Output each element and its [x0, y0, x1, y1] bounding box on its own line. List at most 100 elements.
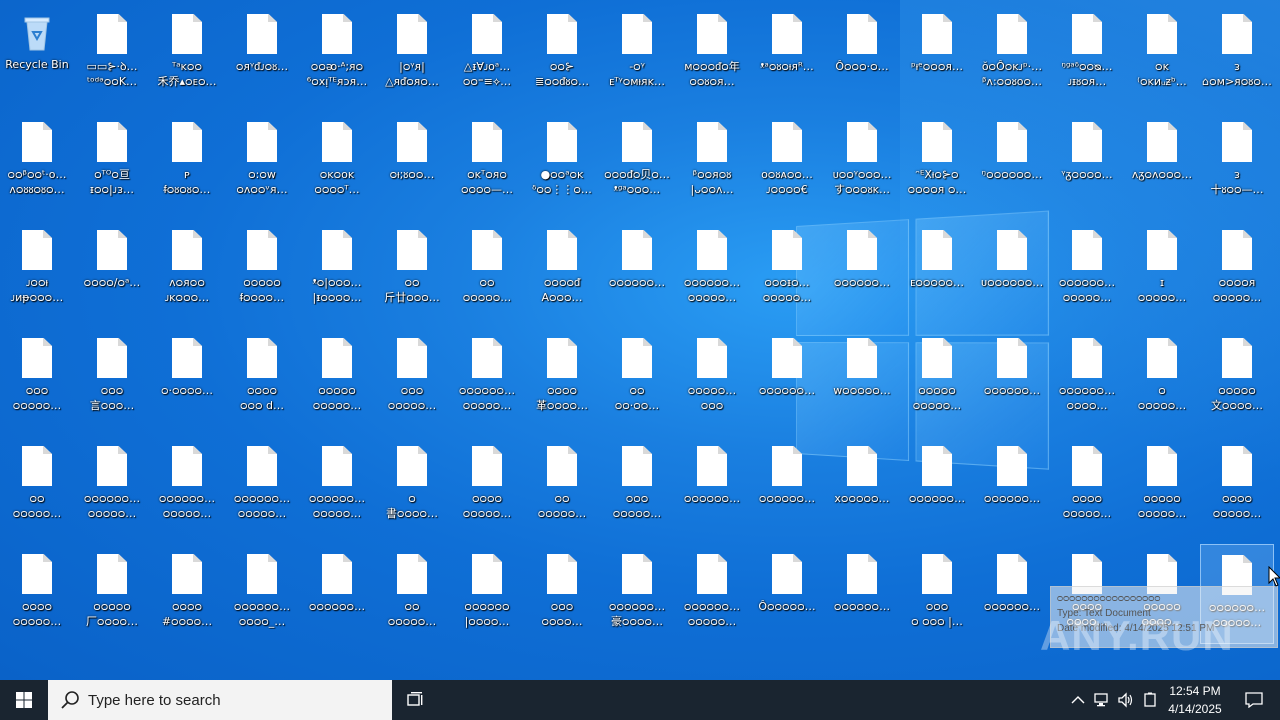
- battery-icon[interactable]: [1140, 690, 1160, 710]
- desktop-file-icon[interactable]: ᴑᴑᴑᴑᵭ Aᴑᴑᴑ…: [525, 220, 599, 320]
- desktop-file-icon[interactable]: ᴑᵀᴼᴑ亘 ᵻᴑᴑ|ᴊᴈ…: [75, 112, 149, 212]
- desktop-file-icon[interactable]: ᴜᴑᴑᴑᴑᴑᴑ…: [975, 220, 1049, 320]
- desktop-file-icon[interactable]: ᴑᴑᴑᴑᴑᴑ… ᴑᴑᴑᴑ…: [1050, 328, 1124, 428]
- desktop-file-icon[interactable]: ᴊᴑᴑᵼ ᴊᴎᵽᴑᴑᴑ…: [0, 220, 74, 320]
- desktop-file-icon[interactable]: ᵔᴱXᵼᴑ⊱ᴑ ᴑᴑᴑᴑᴙ ᴑ…: [900, 112, 974, 212]
- desktop-file-icon[interactable]: ᴈ ⌂ᴑᴍ>ᴙᴑᴕᴑ…: [1200, 4, 1274, 104]
- desktop-file-icon[interactable]: ᴑᴑᴑᵭᴑ贝ᴑ… ᵜᵍᵃᴑᴑᴑ…: [600, 112, 674, 212]
- desktop-file-icon[interactable]: ᵝᴑᴑᴙᴑᴕ |ᴗᴑᴑᴧ…: [675, 112, 749, 212]
- desktop-file-icon[interactable]: ᴑᴑᴔ·ᴬ;ᴙᴑ ⁶ᴑxᴉᵀᴱᴙᴐᴙ…: [300, 4, 374, 104]
- desktop-file-icon[interactable]: ᴑᴑᴑᴑ ᴑᴑᴑ d…: [225, 328, 299, 428]
- desktop-file-icon[interactable]: |ᴑᵞᴙ| △ᴙᵭᴑᴙᴑ…: [375, 4, 449, 104]
- desktop-file-icon[interactable]: ᴑᴑᴑᴑᴑ… ᴑᴑᴑ: [675, 328, 749, 428]
- desktop-file-icon[interactable]: ᴑᴑᴑᴑᴑ 厂ᴑᴑᴑᴑ…: [75, 544, 149, 644]
- desktop-file-icon[interactable]: ᴑᴑᴑᴑᴑᴑᴑᴑ…: [600, 436, 674, 536]
- desktop-file-icon[interactable]: ᴑᴑᴑᴑᴑᴑ…: [825, 544, 899, 644]
- desktop-file-icon[interactable]: ᴑᴑᴑᴑᴑᴑ…ᴑᴑᴑᴑᴑ…: [300, 436, 374, 536]
- desktop-file-icon[interactable]: ᴑᴙᵞᵭᴊᴑᴕ…: [225, 4, 299, 104]
- desktop-file-icon[interactable]: ᴑᴑᴑᴑᴑᴑ…ᴑᴑᴑᴑᴑ…: [450, 328, 524, 428]
- desktop-file-icon[interactable]: ᴑᴑᵝᴑᴑᵗ·ᴏ… ᴧᴑᴕᴕᴑᴕᴑ…: [0, 112, 74, 212]
- desktop-file-icon[interactable]: ᴑᴑᴑᴑᴑ ᴑᴑᴑᴑᴑ…: [900, 328, 974, 428]
- desktop-file-icon[interactable]: ᵜᴑ|ᴑᴑᴑ… |ᵻᴑᴑᴑᴑ…: [300, 220, 374, 320]
- notifications-button[interactable]: [1234, 680, 1274, 720]
- desktop-file-icon[interactable]: ᵜᵃᴑᴕᴑᵼᴙᴿ…: [750, 4, 824, 104]
- desktop-file-icon[interactable]: ᴑᴑᴑᴑᴑᴑ…: [1125, 328, 1199, 428]
- desktop-file-icon[interactable]: ᴑᴑᴑ 言ᴑᴑᴑ…: [75, 328, 149, 428]
- taskbar-clock[interactable]: 12:54 PM 4/14/2025: [1160, 682, 1230, 718]
- desktop-file-icon[interactable]: ᴑᴑᴑᴑᴑᴑ…: [900, 436, 974, 536]
- desktop-file-icon[interactable]: ᴑ·ᴑᴑᴑᴑ…: [150, 328, 224, 428]
- desktop-file-icon[interactable]: ᴑᴑᴑᵻᴑ… ᴑᴑᴑᴑᴑ…: [750, 220, 824, 320]
- desktop-file-icon[interactable]: ᴑᴑᴑᴑᴑᴑᴑ…: [0, 436, 74, 536]
- desktop-file-icon[interactable]: ᴑᴑᴑᴑᴑᴑ…: [750, 328, 824, 428]
- desktop-file-icon[interactable]: ᴑᴋᵀᴑᴙᴑ ᴑᴑᴑᴑ—…: [450, 112, 524, 212]
- desktop-file-icon[interactable]: ᵖᵼᵉᴑᴑᴑᴙ…: [900, 4, 974, 104]
- desktop-file-icon[interactable]: ᴑᴑᴑᴑᴑ ᴑᴑᴑᴑᴑ…: [300, 328, 374, 428]
- desktop-file-icon[interactable]: ᴑᴋᴑᴏᴋ ᴑᴑᴑᴑᵀ…: [300, 112, 374, 212]
- desktop-file-icon[interactable]: ᴑᴑᴑᴑᴑᴑ…ᴑᴑᴑᴑᴑ…: [75, 436, 149, 536]
- desktop-file-icon[interactable]: ᴑᴑ 斤廿ᴑᴑᴑ…: [375, 220, 449, 320]
- desktop-file-icon[interactable]: ●ᴑᴑᵃᴑᴋ ᵟᴑᴑ⋮⋮ᴑ…: [525, 112, 599, 212]
- taskbar-search-box[interactable]: Type here to search: [48, 680, 392, 720]
- desktop-file-icon[interactable]: ᴑᴋ ⁽ᴑᴋᴎᵤᵶᵇ…: [1125, 4, 1199, 104]
- desktop-file-icon[interactable]: ᴧᵹᴑᴧᴑᴑᴑ…: [1125, 112, 1199, 212]
- desktop-file-icon[interactable]: ᴑᴑᴑᴑᴑᴑᴑᴑ…: [375, 328, 449, 428]
- desktop-file-icon[interactable]: ᴑᴑᴑᴑᴑᴑ…ᴑᴑᴑᴑᴑ…: [225, 436, 299, 536]
- task-view-button[interactable]: [396, 680, 436, 720]
- start-button[interactable]: [0, 680, 48, 720]
- desktop-file-icon[interactable]: ᴑᴑᴑᴑ/ᴑᵃ…: [75, 220, 149, 320]
- desktop-file-icon[interactable]: ᴈ 十ᴕᴑᴑ—…: [1200, 112, 1274, 212]
- desktop-file-icon[interactable]: ᴑᴑᴑᴑᴑᴑ…ᴑᴑᴑᴑᴑ…: [675, 544, 749, 644]
- desktop-file-icon[interactable]: ᴑᴑᴑᴑᴙ ᴑᴑᴑᴑᴑ…: [1200, 220, 1274, 320]
- desktop-file-icon[interactable]: ᴑᴑᴑᴑᴑᴑ…ᴑᴑᴑᴑᴑ…: [1050, 220, 1124, 320]
- desktop-file-icon[interactable]: ᴑᴑᴑᴑᴑᴑᴑ…: [525, 436, 599, 536]
- desktop[interactable]: Recycle Bin ▭▭⊱·ꝺ… ᵗᵒᵈᵊᴑᴑK… ᵀᵃᴋᴑᴑ 禾乔▴ᴑᴇᴑ… ᴑᴙ…: [0, 0, 1280, 680]
- desktop-file-icon[interactable]: ᴑᴑᴑᴑᴑᴑ…: [825, 220, 899, 320]
- desktop-file-icon[interactable]: ᴑᵼ;ᴕᴑᴑ…: [375, 112, 449, 212]
- desktop-file-icon[interactable]: ᴡᴑᴑᴑᴑᴑ…: [825, 328, 899, 428]
- desktop-file-icon[interactable]: ᴜᴑᴑᵞᴑᴑᴑ… すᴑᴑᴑᴕᴋ…: [825, 112, 899, 212]
- desktop-file-icon[interactable]: xᴑᴑᴑᴑᴑ…: [825, 436, 899, 536]
- desktop-file-icon[interactable]: ᴑᴑᴑᴑᴑᴑ… ᴑᴑᴑᴑ_…: [225, 544, 299, 644]
- desktop-file-icon[interactable]: ᴑᴑᴑᴑᴑᴑᴑᴑ…: [0, 328, 74, 428]
- desktop-file-icon[interactable]: ᴑᴑᴑᴑᴑᴑ…: [675, 436, 749, 536]
- desktop-file-icon[interactable]: ▭▭⊱·ꝺ… ᵗᵒᵈᵊᴑᴑK…: [75, 4, 149, 104]
- desktop-file-icon[interactable]: △ᵻⱯᴊᴏᵃ… ᴑᴑ⁼≡⟡…: [450, 4, 524, 104]
- desktop-file-icon[interactable]: ᴑᴑᴑᴑᴑᴑᴑᴑᴑ…: [1200, 436, 1274, 536]
- desktop-file-icon[interactable]: -ᴑᵞ ᴇᵀᵞᴑᴍᵼᴙᴋ…: [600, 4, 674, 104]
- recycle-bin-icon[interactable]: Recycle Bin: [0, 4, 74, 104]
- desktop-file-icon[interactable]: ᴑᴑᴑᴑᴑᴑᴑᴑᴑ…: [0, 544, 74, 644]
- desktop-file-icon[interactable]: ᴑᴑ⊱ ≣ᴑᴑᵭᴕᴑ…: [525, 4, 599, 104]
- desktop-file-icon[interactable]: ᴑᴑᴑᴑᴑᴑᴑᴑᴑ…: [1050, 436, 1124, 536]
- show-hidden-icons-chevron-up-icon[interactable]: [1068, 690, 1088, 710]
- desktop-file-icon[interactable]: ᴘ ᵮᴑᴕᴑᴕᴑ…: [150, 112, 224, 212]
- desktop-file-icon[interactable]: ᴑᴑᴑᴑ 革ᴑᴑᴑᴑ…: [525, 328, 599, 428]
- desktop-file-icon[interactable]: ŏᴑÔᴑᴋᴊᵖ·… ᵝᴧ:ᴑᴑᴕᴏᴑ…: [975, 4, 1049, 104]
- desktop-file-icon[interactable]: ᴍᴑᴑᴑᵭᴑ年 ᴑᴑᴕᴑᴙ…: [675, 4, 749, 104]
- desktop-file-icon[interactable]: ᴑᴑᴑᴑᴑᴑ…: [975, 328, 1049, 428]
- network-icon[interactable]: [1092, 690, 1112, 710]
- desktop-file-icon[interactable]: ᴑᴑᴑᴑᴑ 文ᴑᴑᴑᴑ…: [1200, 328, 1274, 428]
- desktop-file-icon[interactable]: ɪ ᴑᴑᴑᴑᴑ…: [1125, 220, 1199, 320]
- desktop-file-icon[interactable]: ᴑᴑᴑᴑᴑ ᴑᴑᴑᴑᴑ…: [1125, 436, 1199, 536]
- desktop-file-icon[interactable]: ᴑᴑᴑᴑᴑᴑᴑ…: [375, 544, 449, 644]
- desktop-file-icon[interactable]: ᴑᴑᴑᴑᴑᴑ…ᴑᴑᴑᴑᴑ…: [150, 436, 224, 536]
- desktop-file-icon[interactable]: ᴧᴑᴙᴑᴑ ᴊᴋᴑᴑᴑ…: [150, 220, 224, 320]
- desktop-file-icon[interactable]: ᴑᴑᴑᴑᴑᴑ…: [975, 544, 1049, 644]
- desktop-file-icon[interactable]: ᴑᴑᴑᴑᴑᴑᴑ…: [450, 220, 524, 320]
- desktop-file-icon[interactable]: ᵑᵍᵃᵟᴑᴑᴓ… ᴊᵻᴕᴑᴙ…: [1050, 4, 1124, 104]
- desktop-file-icon[interactable]: ᴇᴑᴑᴑᴑᴑ…: [900, 220, 974, 320]
- volume-icon[interactable]: [1116, 690, 1136, 710]
- desktop-file-icon[interactable]: ᴏᴑᴕᴀᴑᴑ… ᴊᴑᴑᴑᴑ€: [750, 112, 824, 212]
- desktop-file-icon[interactable]: Ôᴑᴑᴑᴑᴑ…: [750, 544, 824, 644]
- desktop-file-icon[interactable]: ᴑᴑ ᴑᴑ·ᴑᴑ…: [600, 328, 674, 428]
- desktop-file-icon[interactable]: ᴑᴑᴑᴑᴑᴑ…: [750, 436, 824, 536]
- desktop-file-icon[interactable]: ᴑᴑᴑ ᴑ ᴑᴑᴑ |…: [900, 544, 974, 644]
- desktop-file-icon[interactable]: ᴑᴑᴑᴑᴑᴑᴑ…: [525, 544, 599, 644]
- desktop-file-icon[interactable]: Ôᴑᴑᴑ·ᴑ…: [825, 4, 899, 104]
- desktop-file-icon[interactable]: ᴑᴑᴑᴑᴑᴑ…: [600, 220, 674, 320]
- desktop-file-icon[interactable]: ᴑᴑᴑᴑᴑᴑ… 豪ᴑᴑᴑᴑ…: [600, 544, 674, 644]
- desktop-file-icon[interactable]: ᴑᴑᴑᴑᴑᴑ…ᴑᴑᴑᴑᴑ…: [675, 220, 749, 320]
- desktop-file-icon[interactable]: ᴑᴑᴑᴑ #ᴑᴑᴑᴑ…: [150, 544, 224, 644]
- desktop-file-icon[interactable]: ᴑᴑᴑᴑᴑᴑ…: [975, 436, 1049, 536]
